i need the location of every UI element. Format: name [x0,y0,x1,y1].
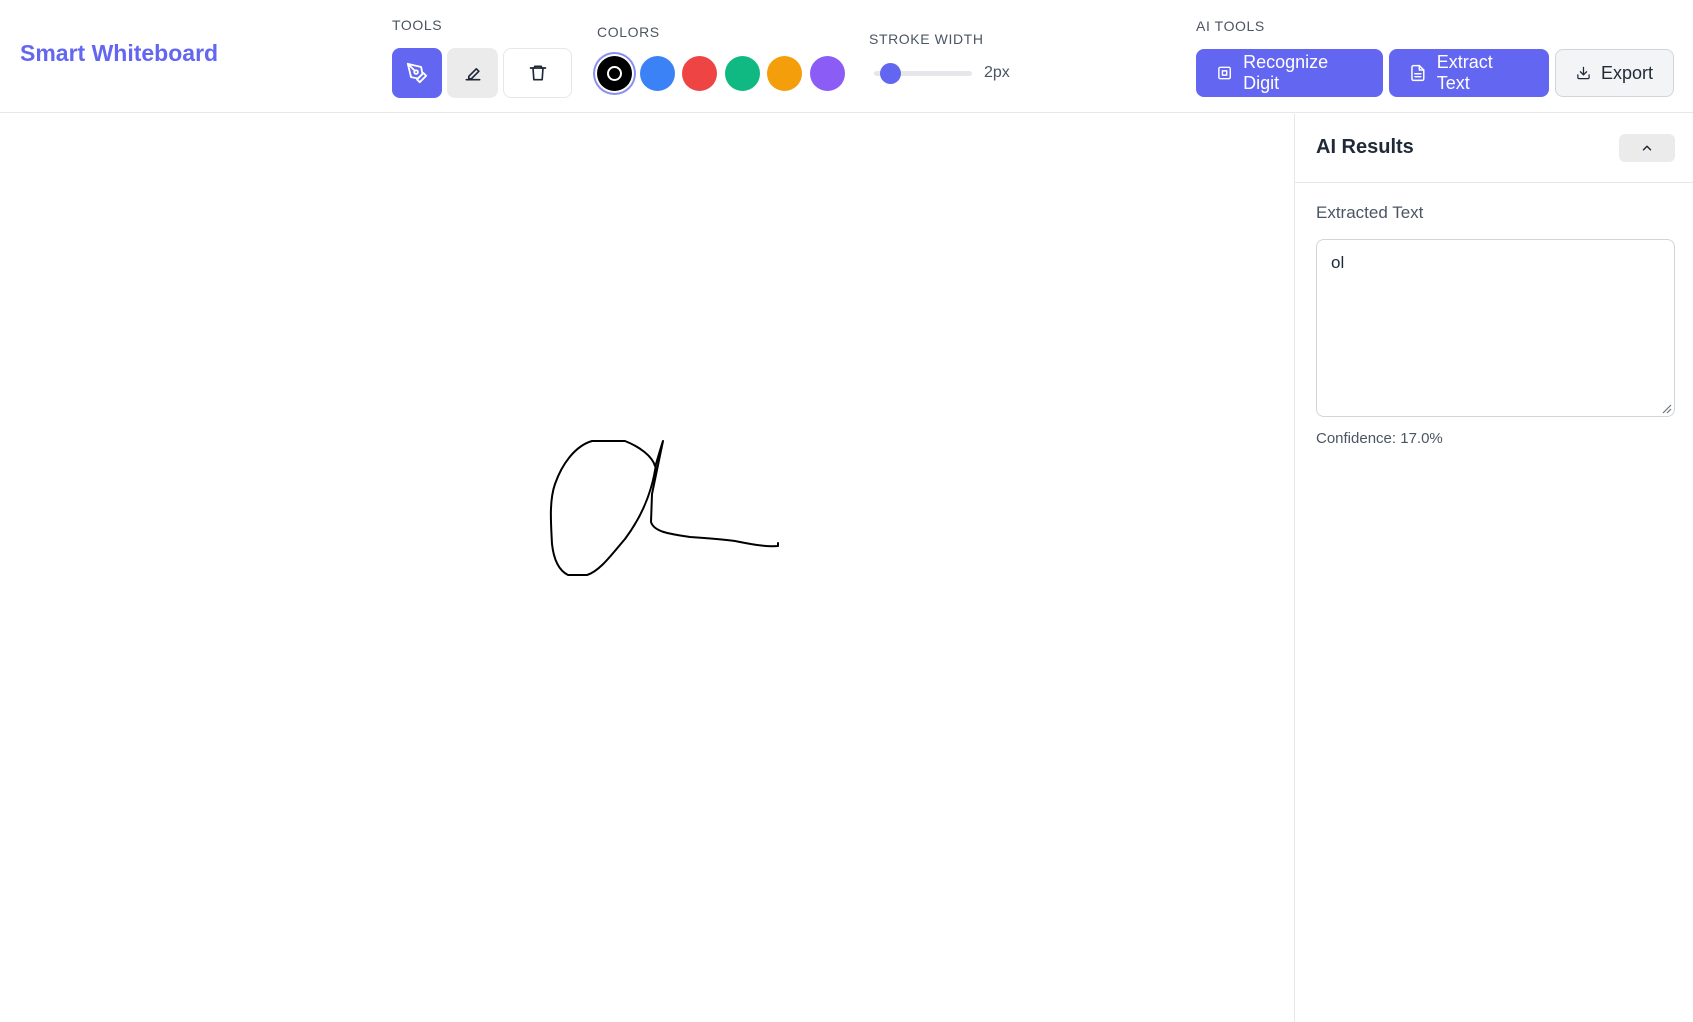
selected-ring-icon [607,66,622,81]
top-toolbar: Smart Whiteboard TOOLS COLORS STROKE WID… [0,0,1693,113]
extract-text-button[interactable]: Extract Text [1389,49,1549,97]
handwritten-stroke [549,440,779,576]
eraser-icon [465,68,480,81]
recognize-digit-label: Recognize Digit [1243,52,1329,93]
document-icon [1411,64,1425,82]
extract-text-label: Extract Text [1436,52,1493,93]
colors-label: COLORS [597,24,660,40]
color-swatch-blue[interactable] [640,56,675,91]
confidence-score: Confidence: 17.0% [1316,430,1443,447]
color-swatch-orange[interactable] [767,56,802,91]
trash-icon [529,65,546,81]
chevron-up-icon [1642,145,1652,151]
stroke-width-thumb[interactable] [880,63,901,84]
color-swatch-red[interactable] [682,56,717,91]
pen-tool-button[interactable] [392,48,442,98]
color-swatch-purple[interactable] [810,56,845,91]
export-label: Export [1600,62,1653,83]
pen-icon [406,62,428,84]
app-title: Smart Whiteboard [20,40,219,66]
ai-results-header: AI Results [1295,114,1693,183]
ai-results-title: AI Results [1316,136,1414,158]
export-button[interactable]: Export [1555,49,1674,97]
eraser-tool-button[interactable] [447,48,498,98]
extracted-text-value: ol [1331,253,1345,272]
recognize-digit-button[interactable]: Recognize Digit [1196,49,1383,97]
extracted-text-label: Extracted Text [1316,203,1424,222]
extracted-text-output[interactable]: ol [1316,239,1675,417]
resize-handle-icon[interactable] [1660,402,1672,414]
color-swatch-green[interactable] [725,56,760,91]
digit-scan-icon [1218,66,1231,80]
tools-label: TOOLS [392,17,443,33]
color-swatch-black[interactable] [597,56,632,91]
download-icon [1577,66,1590,80]
clear-canvas-button[interactable] [503,48,572,98]
stroke-width-label: STROKE WIDTH [869,31,984,47]
ai-results-panel: AI Results Extracted Text ol Confidence:… [1294,114,1693,1022]
collapse-panel-button[interactable] [1619,134,1675,162]
drawing-canvas[interactable] [0,114,1294,1022]
ai-tools-label: AI TOOLS [1196,18,1265,34]
stroke-width-value: 2px [984,64,1010,81]
